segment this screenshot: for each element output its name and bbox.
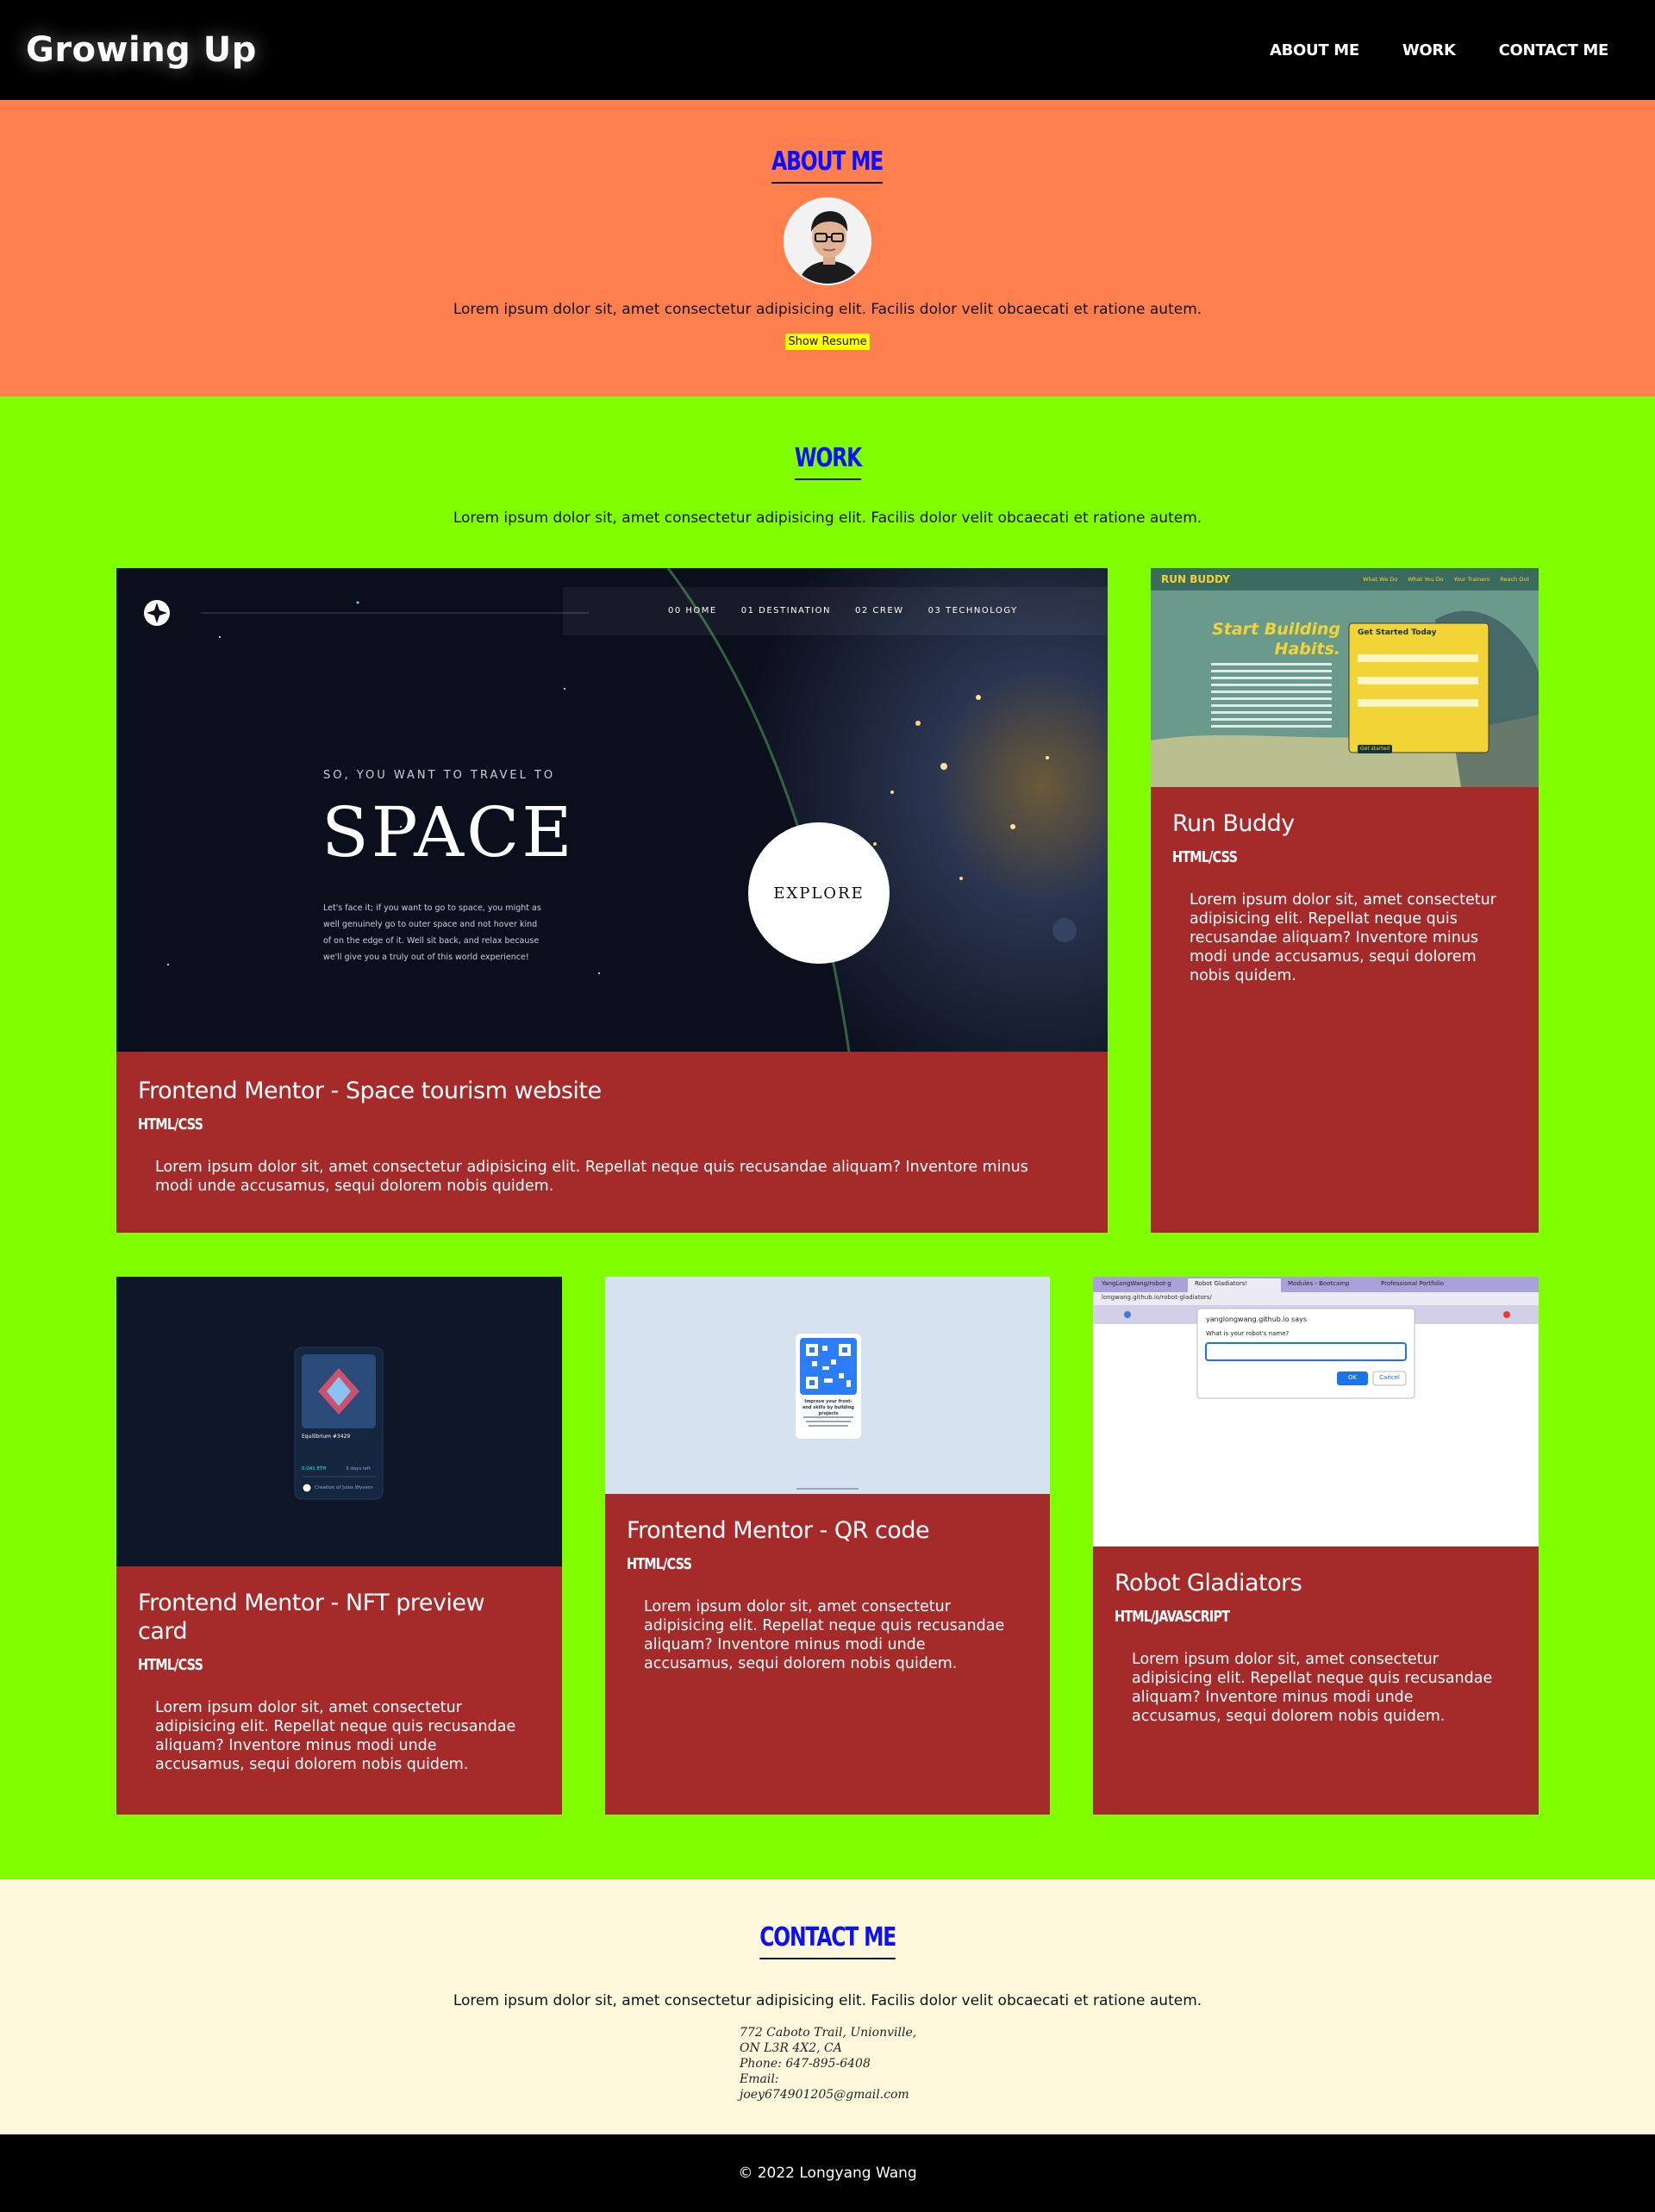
project-info: Run Buddy HTML/CSS Lorem ipsum dolor sit… <box>1151 809 1539 985</box>
run-buddy-brand: RUN BUDDY <box>1161 573 1230 585</box>
qr-caption: Improve your front-end skills by buildin… <box>802 1399 854 1416</box>
project-card-nft-preview[interactable]: Equilibrium #3429 0.041 ETH 3 days left … <box>116 1277 562 1815</box>
site-header: Growing Up ABOUT ME WORK CONTACT ME <box>0 0 1655 100</box>
contact-text: Lorem ipsum dolor sit, amet consectetur … <box>453 1992 1202 2009</box>
nav-contact-me[interactable]: CONTACT ME <box>1499 41 1609 59</box>
run-buddy-nav-item: Your Trainers <box>1453 576 1490 583</box>
space-nav-crew: 02 CREW <box>855 606 904 615</box>
project-screenshot: RUN BUDDY What We Do What You Do Your Tr… <box>1151 568 1539 787</box>
project-title[interactable]: Frontend Mentor - Space tourism website <box>138 1077 1086 1105</box>
contact-address: 772 Caboto Trail, Unionville, ON L3R 4X2… <box>740 2025 946 2103</box>
project-tech: HTML/CSS <box>138 1115 203 1134</box>
nav-about-me[interactable]: ABOUT ME <box>1270 41 1359 59</box>
project-card-run-buddy[interactable]: RUN BUDDY What We Do What You Do Your Tr… <box>1151 568 1539 1233</box>
space-preview-nav: 00 HOME 01 DESTINATION 02 CREW 03 TECHNO… <box>668 606 1018 615</box>
nav-work[interactable]: WORK <box>1402 41 1456 59</box>
dialog-title: yanglongwang.github.io says <box>1206 1315 1308 1323</box>
dialog-cancel-button: Cancel <box>1379 1374 1400 1381</box>
dialog-ok-button: OK <box>1347 1374 1358 1381</box>
nft-creator: Creation of Jules Wyvern <box>315 1485 373 1490</box>
nft-time-left: 3 days left <box>346 1466 371 1472</box>
contact-section: CONTACT ME Lorem ipsum dolor sit, amet c… <box>0 1879 1655 2134</box>
space-background <box>116 568 1108 1052</box>
browser-tab: YangLongWang/robot-g <box>1102 1280 1171 1287</box>
qr-card-preview <box>605 1277 1050 1494</box>
project-description: Lorem ipsum dolor sit, amet consectetur … <box>1190 891 1496 984</box>
address-line: ON L3R 4X2, CA <box>740 2041 842 2055</box>
project-card-qr-code[interactable]: Improve your front-end skills by buildin… <box>605 1277 1050 1815</box>
address-line: 772 Caboto Trail, Unionville, <box>740 2026 917 2040</box>
project-info: Frontend Mentor - QR code HTML/CSS Lorem… <box>605 1516 1050 1673</box>
avatar <box>784 197 871 285</box>
run-buddy-form-button: Get started <box>1360 746 1390 752</box>
run-buddy-headline: Start Building Habits. <box>1212 620 1340 659</box>
project-title[interactable]: Robot Gladiators <box>1115 1569 1517 1597</box>
project-title[interactable]: Frontend Mentor - QR code <box>627 1516 1028 1545</box>
project-info: Frontend Mentor - Space tourism website … <box>116 1077 1108 1196</box>
about-heading: ABOUT ME <box>771 147 884 184</box>
portrait-image <box>785 199 870 284</box>
run-buddy-nav: What We Do What You Do Your Trainers Rea… <box>1363 576 1529 583</box>
browser-tab: Robot Gladiators! <box>1195 1280 1248 1287</box>
project-screenshot: 00 HOME 01 DESTINATION 02 CREW 03 TECHNO… <box>116 568 1108 1052</box>
work-text: Lorem ipsum dolor sit, amet consectetur … <box>453 509 1202 527</box>
project-title[interactable]: Frontend Mentor - NFT preview card <box>138 1589 540 1646</box>
about-text: Lorem ipsum dolor sit, amet consectetur … <box>453 301 1202 318</box>
project-tech: HTML/JAVASCRIPT <box>1115 1608 1230 1626</box>
space-nav-technology: 03 TECHNOLOGY <box>927 606 1018 615</box>
work-section: WORK Lorem ipsum dolor sit, amet consect… <box>0 397 1655 1879</box>
project-tech: HTML/CSS <box>1172 848 1238 866</box>
show-resume-button[interactable]: Show Resume <box>785 334 870 350</box>
main-nav: ABOUT ME WORK CONTACT ME <box>1270 41 1629 59</box>
project-description: Lorem ipsum dolor sit, amet consectetur … <box>644 1598 1005 1672</box>
run-buddy-nav-item: What You Do <box>1408 576 1444 583</box>
run-buddy-nav-item: What We Do <box>1363 576 1398 583</box>
site-title: Growing Up <box>26 30 257 70</box>
browser-tab: Professional Portfolio <box>1381 1280 1445 1287</box>
project-info: Robot Gladiators HTML/JAVASCRIPT Lorem i… <box>1093 1569 1539 1726</box>
space-nav-home: 00 HOME <box>668 606 717 615</box>
project-card-space-tourism[interactable]: 00 HOME 01 DESTINATION 02 CREW 03 TECHNO… <box>116 568 1108 1233</box>
about-section: ABOUT ME Lorem ipsum dolor sit, amet con… <box>0 100 1655 397</box>
run-buddy-form-title: Get Started Today <box>1358 628 1437 637</box>
space-kicker: SO, YOU WANT TO TRAVEL TO <box>323 769 556 782</box>
nft-name: Equilibrium #3429 <box>302 1434 351 1440</box>
project-title[interactable]: Run Buddy <box>1172 809 1517 838</box>
contact-heading: CONTACT ME <box>759 1922 896 1959</box>
run-buddy-background <box>1151 568 1539 787</box>
space-explore-button: EXPLORE <box>773 884 865 903</box>
project-screenshot: YangLongWang/robot-g Robot Gladiators! M… <box>1093 1277 1539 1547</box>
space-nav-destination: 01 DESTINATION <box>740 606 832 615</box>
nft-card-preview <box>116 1277 562 1566</box>
email-line: Email: joey674901205@gmail.com <box>740 2072 909 2102</box>
space-blurb: Let's face it; if you want to go to spac… <box>323 903 541 962</box>
project-screenshot: Equilibrium #3429 0.041 ETH 3 days left … <box>116 1277 562 1566</box>
project-tech: HTML/CSS <box>138 1656 203 1674</box>
project-info: Frontend Mentor - NFT preview card HTML/… <box>116 1589 562 1774</box>
copyright-text: © 2022 Longyang Wang <box>738 2165 917 2182</box>
project-description: Lorem ipsum dolor sit, amet consectetur … <box>155 1699 516 1773</box>
project-description: Lorem ipsum dolor sit, amet consectetur … <box>155 1159 1028 1195</box>
browser-preview <box>1093 1277 1539 1547</box>
dialog-prompt: What is your robot's name? <box>1206 1330 1290 1337</box>
phone-line: Phone: 647-895-6408 <box>740 2057 871 2071</box>
browser-tab: Modules - Bootcamp <box>1288 1280 1350 1287</box>
browser-url: longwang.github.io/robot-gladiators/ <box>1102 1294 1212 1301</box>
project-description: Lorem ipsum dolor sit, amet consectetur … <box>1132 1651 1493 1725</box>
project-screenshot: Improve your front-end skills by buildin… <box>605 1277 1050 1494</box>
run-buddy-nav-item: Reach Out <box>1500 576 1530 583</box>
nft-price: 0.041 ETH <box>302 1466 327 1472</box>
site-footer: © 2022 Longyang Wang <box>0 2134 1655 2212</box>
space-headline: SPACE <box>322 792 575 872</box>
project-card-robot-gladiators[interactable]: YangLongWang/robot-g Robot Gladiators! M… <box>1093 1277 1539 1815</box>
work-heading: WORK <box>794 443 862 480</box>
browser-tabs: YangLongWang/robot-g Robot Gladiators! M… <box>1102 1280 1465 1287</box>
project-tech: HTML/CSS <box>627 1555 692 1573</box>
